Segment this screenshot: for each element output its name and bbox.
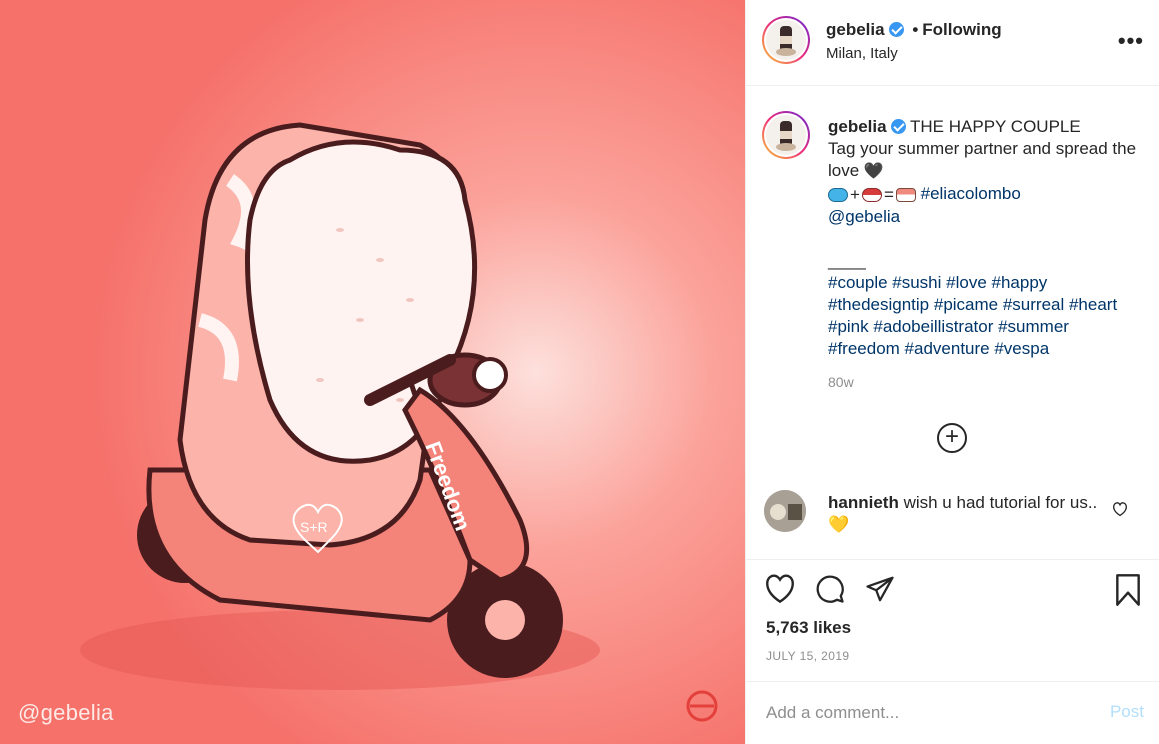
mention-gebelia[interactable]: @gebelia (828, 207, 900, 226)
comment-item: hannieth wish u had tutorial for us.. 💛 (746, 470, 1159, 560)
commenter-username[interactable]: hannieth (828, 493, 899, 512)
hashtag-eliacolombo[interactable]: #eliacolombo (921, 184, 1021, 203)
caption-divider: ____ (828, 250, 866, 270)
verified-icon (890, 119, 906, 134)
commenter-avatar-image (764, 490, 806, 532)
caption-line1: THE HAPPY COUPLE (910, 117, 1081, 136)
comment-like-icon[interactable] (1112, 502, 1128, 517)
following-button[interactable]: Following (922, 20, 1001, 39)
like-icon[interactable] (764, 574, 796, 604)
share-icon[interactable] (864, 574, 896, 604)
post-sidebar: gebelia • Following Milan, Italy ••• geb… (745, 0, 1159, 744)
add-comment-bar: Post (746, 681, 1159, 744)
yellow-heart-icon: 💛 (828, 515, 850, 534)
location-link[interactable]: Milan, Italy (826, 45, 898, 62)
action-bar: 5,763 likes JULY 15, 2019 (746, 560, 1159, 690)
avatar-image (776, 26, 796, 56)
ellipsis-icon[interactable]: ••• (1118, 28, 1144, 54)
load-more-comments-icon[interactable]: + (937, 423, 967, 453)
rice-bowl-emoji-icon (861, 187, 882, 202)
avatar[interactable] (762, 16, 810, 64)
illustration: Freedom S+R (0, 0, 745, 744)
caption-time: 80w (828, 374, 854, 390)
heart-text: S+R (300, 519, 328, 535)
header-username-line: gebelia • Following (826, 20, 1002, 40)
emoji-plus: + (850, 184, 860, 204)
caption: gebelia THE HAPPY COUPLE Tag your summer… (746, 86, 1159, 470)
commenter-avatar[interactable] (764, 490, 806, 532)
caption-hashtags[interactable]: #couple #sushi #love #happy #thedesignti… (828, 273, 1117, 358)
verified-icon (888, 22, 904, 37)
post-container: Freedom S+R @gebelia gebelia • Following… (0, 0, 1159, 744)
comment-icon[interactable] (814, 574, 846, 604)
post-date: JULY 15, 2019 (766, 649, 850, 663)
separator: • (912, 20, 919, 39)
avatar-image (776, 121, 796, 151)
comment-input[interactable] (766, 700, 1086, 726)
post-button[interactable]: Post (1110, 702, 1144, 722)
bookmark-icon[interactable] (1114, 574, 1142, 606)
sushi-emoji-icon (895, 187, 916, 202)
fish-emoji-icon (828, 187, 848, 202)
comment-text: hannieth wish u had tutorial for us.. 💛 (828, 492, 1098, 536)
header-username[interactable]: gebelia (826, 20, 885, 39)
post-image[interactable]: Freedom S+R @gebelia (0, 0, 745, 744)
likes-count[interactable]: 5,763 likes (766, 618, 851, 638)
emoji-equals: = (883, 184, 894, 204)
watermark: @gebelia (18, 700, 114, 725)
comment-body: wish u had tutorial for us.. (903, 493, 1098, 512)
caption-avatar[interactable] (762, 111, 810, 159)
caption-text: gebelia THE HAPPY COUPLE Tag your summer… (828, 116, 1138, 360)
post-header: gebelia • Following Milan, Italy ••• (746, 0, 1159, 86)
caption-username[interactable]: gebelia (828, 117, 887, 136)
black-heart-icon: 🖤 (863, 163, 884, 180)
emoji-row: + = (828, 184, 916, 206)
